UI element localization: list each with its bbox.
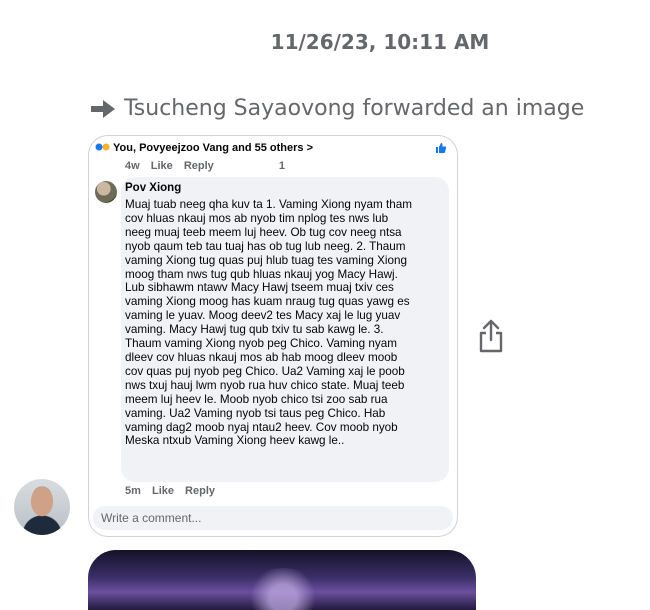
comment-author: Pov Xiong [125,182,182,194]
reaction-count: 1 [278,160,285,172]
reactions-text: You, Povyeejzoo Vang and 55 others > [113,142,313,154]
reactions-row: You, Povyeejzoo Vang and 55 others > [89,140,457,156]
forward-label: Tsucheng Sayaovong forwarded an image [90,96,584,121]
share-icon [476,319,506,357]
comment-like-link: Like [151,485,174,497]
post-meta-row: 4w Like Reply 1 [125,160,293,172]
comment-bubble: Pov Xiong Muaj tuab neeg qha kuv ta 1. V… [121,177,449,482]
commenter-avatar [95,181,117,203]
comment-text: Muaj tuab neeg qha kuv ta 1. Vaming Xion… [125,198,412,448]
forward-text: Tsucheng Sayaovong forwarded an image [124,96,585,121]
comment-reply-link: Reply [185,485,216,497]
post-time: 4w [125,160,140,172]
forwarded-image[interactable]: You, Povyeejzoo Vang and 55 others > 4w … [88,135,458,537]
sender-avatar[interactable] [14,479,70,535]
comment-meta-row: 5m Like Reply [125,485,223,497]
post-reply-link: Reply [183,160,214,172]
reaction-icons [95,142,111,155]
comment-time: 5m [125,485,141,497]
post-like-link: Like [150,160,173,172]
next-message-image[interactable] [88,550,476,610]
arrow-right-icon [90,98,116,120]
message-timestamp: 11/26/23, 10:11 AM [270,30,490,54]
write-comment-field: Write a comment... [93,506,453,530]
thumbs-up-icon [435,142,447,154]
share-button[interactable] [476,318,506,354]
